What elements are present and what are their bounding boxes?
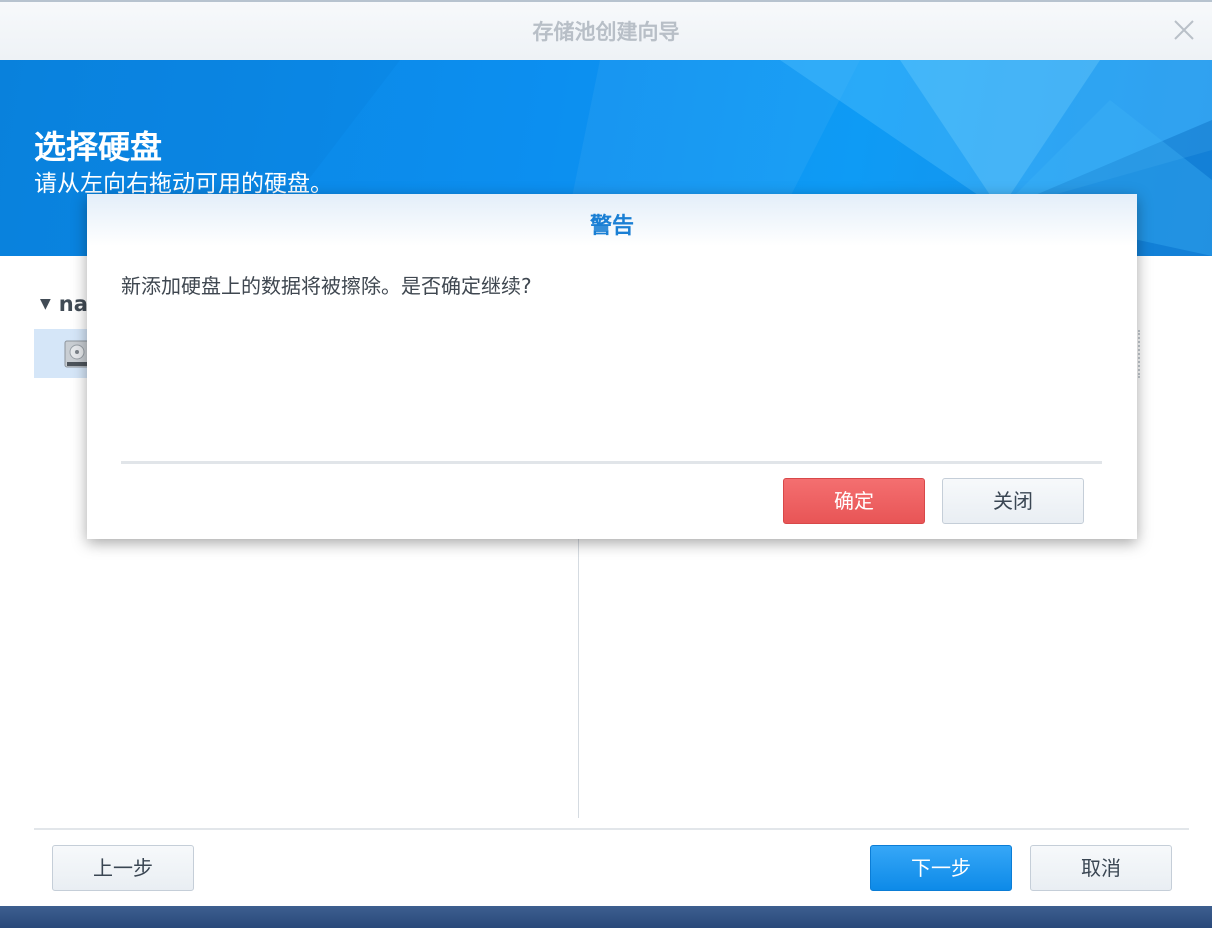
- footer-divider: [34, 828, 1189, 830]
- warning-dialog: 警告 新添加硬盘上的数据将被擦除。是否确定继续? 确定 关闭: [87, 194, 1137, 539]
- dialog-message: 新添加硬盘上的数据将被擦除。是否确定继续?: [121, 274, 532, 298]
- confirm-button[interactable]: 确定: [783, 478, 925, 524]
- close-icon[interactable]: [1172, 18, 1196, 42]
- next-button[interactable]: 下一步: [870, 845, 1012, 891]
- title-bar: 存储池创建向导: [0, 0, 1212, 60]
- desktop-taskbar-edge: [0, 906, 1212, 928]
- caret-down-icon[interactable]: ▼: [40, 296, 51, 312]
- panel-divider: [578, 538, 579, 818]
- dialog-header: 警告: [87, 194, 1137, 246]
- disk-group-label: na: [58, 292, 88, 316]
- disk-group-header[interactable]: ▼ na: [40, 292, 88, 316]
- step-title: 选择硬盘: [34, 128, 163, 166]
- dialog-divider: [121, 461, 1102, 464]
- previous-button[interactable]: 上一步: [52, 845, 194, 891]
- step-subtitle: 请从左向右拖动可用的硬盘。: [34, 171, 333, 197]
- close-dialog-button[interactable]: 关闭: [942, 478, 1084, 524]
- dialog-title: 警告: [589, 214, 634, 239]
- window-title: 存储池创建向导: [532, 20, 680, 44]
- cancel-button[interactable]: 取消: [1030, 845, 1172, 891]
